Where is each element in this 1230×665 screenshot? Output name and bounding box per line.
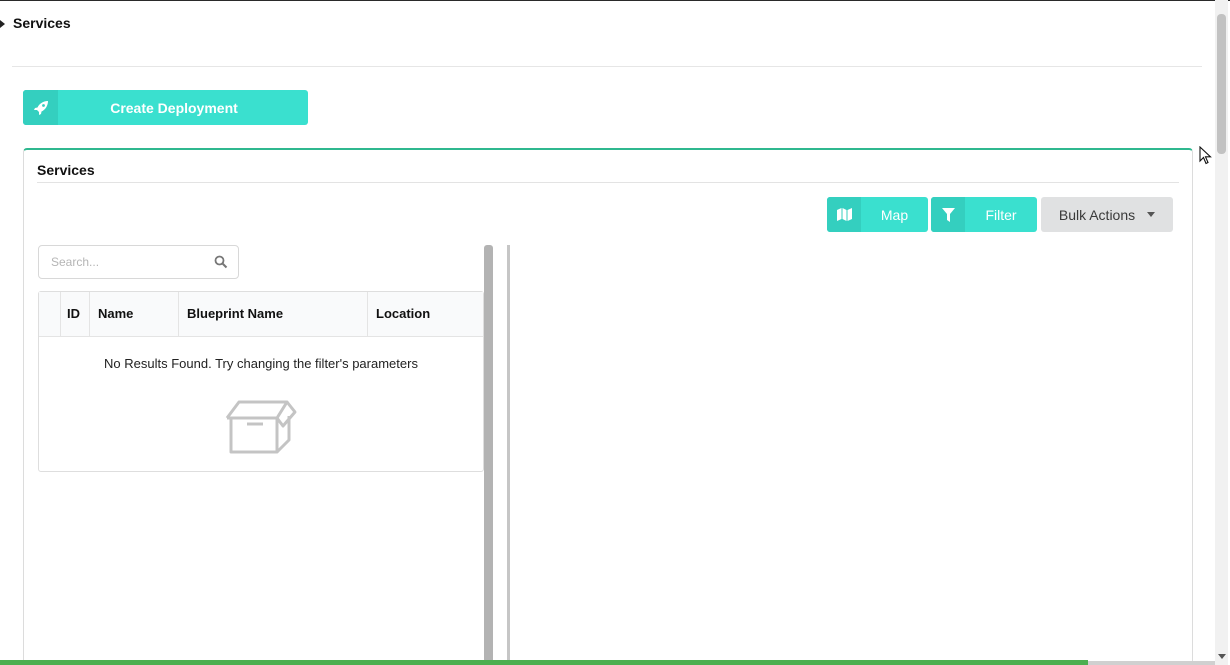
create-deployment-button[interactable]: Create Deployment [23,90,308,125]
search-field [38,245,239,279]
segment-divider [37,182,1179,183]
filter-icon [931,197,965,232]
map-button[interactable]: Map [827,197,928,232]
create-deployment-label: Create Deployment [110,99,238,116]
filter-button-label: Filter [985,206,1017,223]
bulk-actions-dropdown[interactable]: Bulk Actions [1041,197,1173,232]
page-scrollbar-thumb[interactable] [1217,14,1226,154]
bottom-strip-end [1088,661,1215,665]
search-input[interactable] [51,255,201,269]
column-header-location[interactable]: Location [368,292,483,337]
collapse-caret-icon[interactable] [0,20,5,28]
map-button-label: Map [880,206,909,223]
chevron-down-icon [1147,212,1156,217]
title-divider [12,66,1202,67]
column-header-name[interactable]: Name [90,292,179,337]
column-header-id[interactable]: ID [61,292,90,337]
search-icon[interactable] [214,255,228,274]
mouse-cursor-icon [1199,145,1212,170]
scroll-down-arrow-icon[interactable] [1218,654,1226,659]
empty-results-message: No Results Found. Try changing the filte… [104,356,418,371]
filter-button[interactable]: Filter [931,197,1037,232]
select-column-header[interactable] [39,292,61,337]
open-box-icon [225,396,297,459]
page-title: Services [13,15,71,31]
services-table: ID Name Blueprint Name Location No Resul… [38,291,484,472]
rocket-icon [23,90,58,125]
table-header: ID Name Blueprint Name Location [39,292,483,337]
pane-splitter-handle[interactable] [484,245,493,665]
column-header-blueprint-name[interactable]: Blueprint Name [179,292,368,337]
map-icon [827,197,861,232]
bottom-status-strip [0,660,1088,665]
segment-header: Services [37,162,95,178]
pane-divider [507,245,510,665]
bulk-actions-label: Bulk Actions [1058,206,1136,223]
